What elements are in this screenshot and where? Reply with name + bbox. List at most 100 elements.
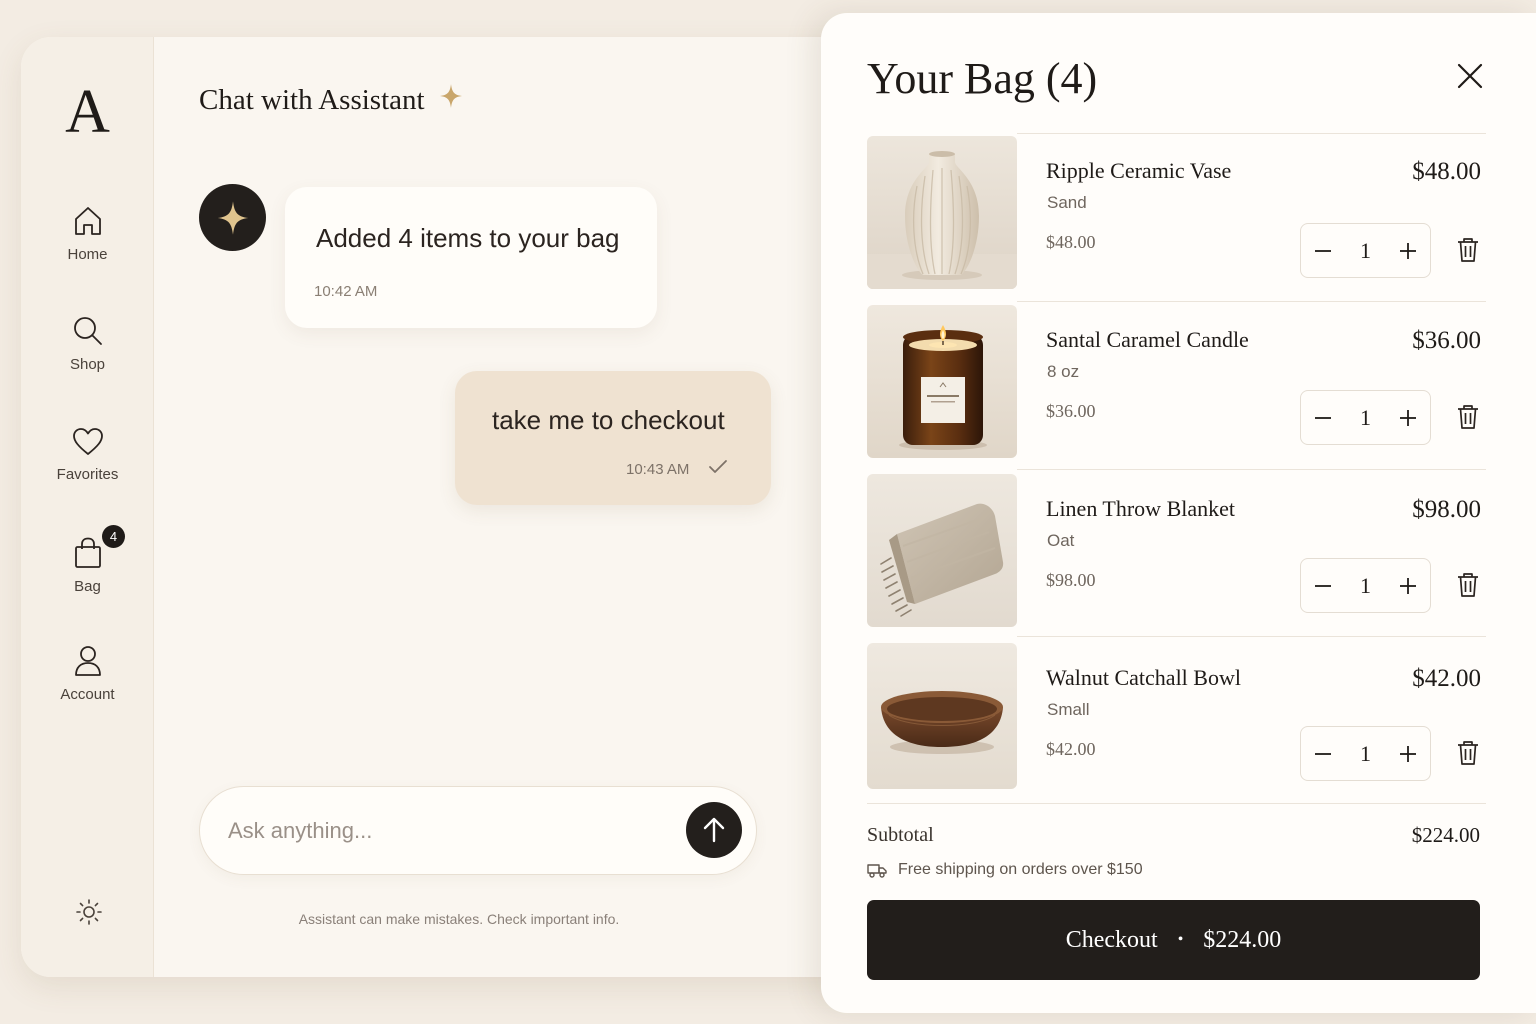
product-image-bowl [867,643,1017,789]
trash-icon [1458,238,1478,262]
close-icon [1457,63,1483,89]
chat-header: Chat with Assistant [199,83,463,117]
chat-input-bar [199,786,757,875]
send-button[interactable] [686,802,742,858]
shipping-note-text: Free shipping on orders over $150 [898,861,1143,878]
product-image-candle [867,305,1017,458]
checkout-amount: $224.00 [1203,926,1282,953]
item-unit-price: $48.00 [1046,232,1096,252]
assistant-avatar [199,184,266,251]
sidebar-item-label: Favorites [56,466,119,483]
sidebar-item-bag[interactable]: 4 Bag [21,525,154,595]
trash-icon [1458,573,1478,597]
sidebar-item-label: Home [67,246,108,263]
assistant-message: Added 4 items to your bag 10:42 AM [285,187,657,328]
message-text: take me to checkout [492,405,725,435]
sidebar-item-label: Bag [74,578,101,595]
sparkle-icon [217,200,248,235]
subtotal-label: Subtotal [867,824,934,846]
sidebar-item-shop[interactable]: Shop [21,315,154,373]
divider [867,803,1486,804]
read-check-icon [708,459,728,480]
item-variant: Sand [1047,193,1087,212]
decrease-quantity-button[interactable] [1301,727,1345,780]
divider [1017,301,1486,302]
decrease-quantity-button[interactable] [1301,224,1345,277]
home-icon [74,207,101,235]
plus-icon [1400,242,1416,259]
remove-item-button[interactable] [1457,404,1479,435]
quantity-stepper: 1 [1300,390,1431,445]
bag-item: Linen Throw Blanket Oat $98.00 $98.00 1 [867,474,1487,627]
app-window: A Home Shop Favorites 4 Bag Account Chat… [21,37,881,977]
item-unit-price: $98.00 [1046,570,1096,590]
item-unit-price: $42.00 [1046,739,1096,759]
item-name: Linen Throw Blanket [1046,496,1235,521]
page-title: Chat with Assistant [199,83,425,116]
increase-quantity-button[interactable] [1386,391,1430,444]
decrease-quantity-button[interactable] [1301,559,1345,612]
sidebar: A Home Shop Favorites 4 Bag Account [21,37,154,977]
subtotal-value: $224.00 [1411,823,1480,847]
user-message: take me to checkout 10:43 AM [455,371,771,505]
plus-icon [1400,745,1416,762]
search-icon [73,317,102,345]
plus-icon [1400,577,1416,594]
bag-title: Your Bag (4) [867,54,1098,103]
sidebar-item-account[interactable]: Account [21,645,154,703]
message-time: 10:43 AM [626,461,690,478]
decrease-quantity-button[interactable] [1301,391,1345,444]
product-image-vase [867,136,1017,289]
divider [1017,133,1486,134]
minus-icon [1315,416,1331,419]
divider [1017,469,1486,470]
bag-item: Walnut Catchall Bowl Small $42.00 $42.00… [867,643,1487,789]
divider [1017,636,1486,637]
quantity-value: 1 [1360,405,1371,430]
close-button[interactable] [1457,63,1483,94]
minus-icon [1315,249,1331,252]
item-name: Santal Caramel Candle [1046,327,1249,352]
brand-logo: A [65,78,110,146]
minus-icon [1315,752,1331,755]
message-text: Added 4 items to your bag [316,223,620,253]
quantity-stepper: 1 [1300,223,1431,278]
bag-item: Santal Caramel Candle 8 oz $36.00 $36.00… [867,305,1487,458]
bag-count-badge: 4 [102,525,125,548]
sidebar-item-favorites[interactable]: Favorites [21,427,154,483]
increase-quantity-button[interactable] [1386,224,1430,277]
bag-item: Ripple Ceramic Vase Sand $48.00 $48.00 1 [867,136,1487,289]
quantity-stepper: 1 [1300,558,1431,613]
sidebar-item-label: Shop [69,356,106,373]
minus-icon [1315,584,1331,587]
item-total-price: $98.00 [1412,496,1481,523]
checkout-button[interactable]: Checkout • $224.00 [867,900,1480,980]
item-name: Ripple Ceramic Vase [1046,158,1232,183]
increase-quantity-button[interactable] [1386,559,1430,612]
chat-input[interactable] [228,813,668,849]
checkout-label: Checkout [1065,926,1158,953]
item-unit-price: $36.00 [1046,401,1096,421]
item-variant: 8 oz [1047,362,1080,381]
shipping-note: Free shipping on orders over $150 [867,861,1143,879]
increase-quantity-button[interactable] [1386,727,1430,780]
remove-item-button[interactable] [1457,572,1479,603]
quantity-value: 1 [1360,238,1371,263]
remove-item-button[interactable] [1457,740,1479,771]
disclaimer-text: Assistant can make mistakes. Check impor… [298,911,620,927]
sidebar-item-label: Account [60,686,115,703]
truck-icon [867,863,887,878]
product-image-blanket [867,474,1017,627]
item-variant: Small [1047,700,1090,719]
checkout-separator: • [1177,931,1184,948]
item-total-price: $48.00 [1412,158,1481,185]
item-variant: Oat [1047,531,1075,550]
user-icon [74,646,101,676]
bag-panel: Your Bag (4) Ripple Ceramic Vase Sand $4… [821,13,1536,1013]
item-total-price: $42.00 [1412,665,1481,692]
remove-item-button[interactable] [1457,237,1479,268]
theme-toggle-button[interactable] [76,899,102,930]
trash-icon [1458,741,1478,765]
item-total-price: $36.00 [1412,327,1481,354]
sidebar-item-home[interactable]: Home [21,205,154,263]
